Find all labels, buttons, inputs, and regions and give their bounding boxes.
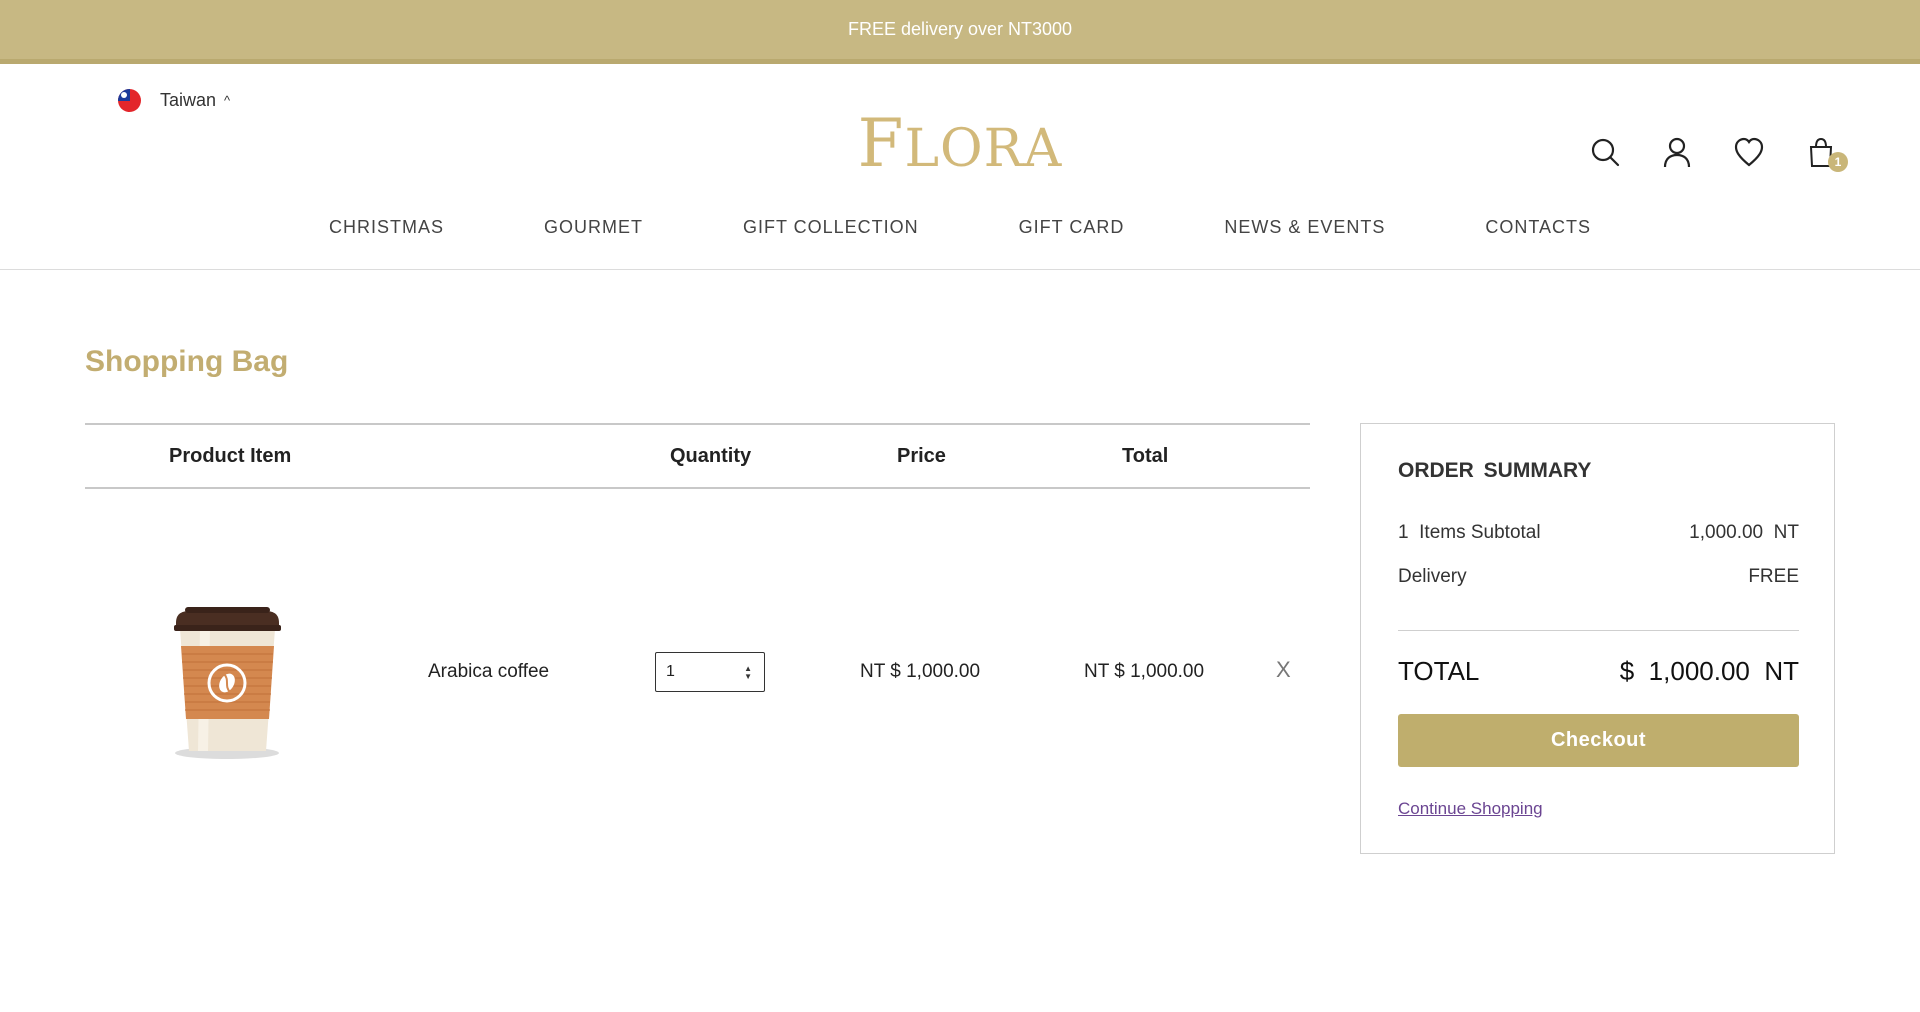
table-header: Product Item Quantity Price Total [85,423,1310,489]
nav-item-christmas[interactable]: CHRISTMAS [329,217,444,238]
remove-item-button[interactable]: X [1276,657,1291,683]
checkout-button[interactable]: Checkout [1398,714,1799,767]
delivery-label: Delivery [1398,566,1467,587]
bag-count-badge: 1 [1828,152,1848,172]
nav-item-contacts[interactable]: CONTACTS [1485,217,1591,238]
coffee-cup-image [174,607,281,759]
nav-item-news-events[interactable]: NEWS & EVENTS [1224,217,1385,238]
header-quantity: Quantity [670,445,752,467]
delivery-value: FREE [1748,566,1799,587]
item-total: NT $ 1,000.00 [1084,661,1205,682]
total-value: $ 1,000.00 NT [1619,656,1799,686]
header-icons: 1 [1590,137,1878,172]
order-summary: ORDER SUMMARY 1 Items Subtotal 1,000.00 … [1360,423,1835,854]
header-product: Product Item [169,445,292,467]
summary-title: ORDER SUMMARY [1398,459,1592,482]
header-total: Total [1122,445,1169,467]
page-title: Shopping Bag [85,345,289,378]
promo-bar: FREE delivery over NT3000 [0,0,1920,64]
main-nav: CHRISTMAS GOURMET GIFT COLLECTION GIFT C… [0,217,1920,238]
quantity-value: 1 [666,663,675,680]
subtotal-label: Items Subtotal [1419,522,1541,543]
nav-item-gift-collection[interactable]: GIFT COLLECTION [743,217,919,238]
continue-shopping-link[interactable]: Continue Shopping [1398,799,1543,819]
summary-divider [1398,630,1799,631]
cart-table: Product Item Quantity Price Total Arabic… [85,423,1310,759]
subtotal-value: 1,000.00 NT [1689,522,1799,543]
item-price: NT $ 1,000.00 [860,661,981,682]
table-row: Arabica coffee 1 ▲ ▼ NT $ 1,000.00 NT $ 1… [85,489,1310,759]
subtotal-count: 1 [1398,522,1409,543]
total-row: TOTAL $ 1,000.00 NT [1398,656,1799,687]
subtotal-row: 1 Items Subtotal 1,000.00 NT [1398,522,1799,544]
nav-item-gift-card[interactable]: GIFT CARD [1019,217,1125,238]
header-price: Price [897,445,946,467]
stepper-arrows-icon[interactable]: ▲ ▼ [744,665,752,681]
heart-icon[interactable] [1734,137,1764,169]
search-icon[interactable] [1590,137,1620,169]
user-icon[interactable] [1662,137,1692,169]
total-label: TOTAL [1398,656,1480,686]
site-header: Taiwan ^ FLORA 1 CHRISTMAS GOURMET GIFT … [0,69,1920,270]
nav-item-gourmet[interactable]: GOURMET [544,217,643,238]
quantity-stepper[interactable]: 1 ▲ ▼ [655,652,765,692]
logo-initial: F [857,105,905,182]
logo-rest: LORA [904,119,1063,179]
delivery-row: Delivery FREE [1398,566,1799,588]
product-name[interactable]: Arabica coffee [428,661,549,683]
shopping-bag-icon[interactable]: 1 [1806,137,1848,172]
promo-text: FREE delivery over NT3000 [847,19,1073,39]
